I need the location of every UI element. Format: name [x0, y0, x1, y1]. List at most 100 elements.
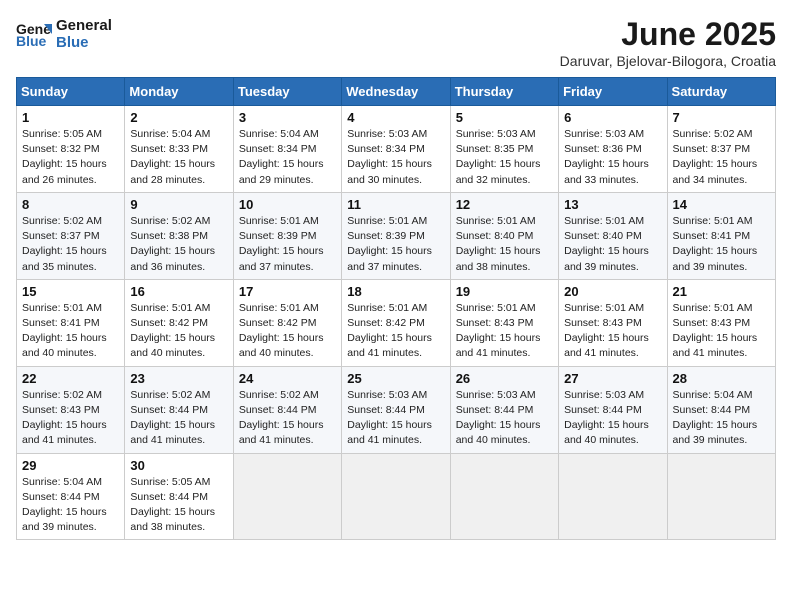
day-number: 15	[22, 284, 119, 299]
day-number: 22	[22, 371, 119, 386]
day-number: 24	[239, 371, 336, 386]
table-row: 20 Sunrise: 5:01 AM Sunset: 8:43 PM Dayli…	[559, 279, 667, 366]
day-info: Sunrise: 5:03 AM Sunset: 8:36 PM Dayligh…	[564, 127, 661, 188]
col-thursday: Thursday	[450, 78, 558, 106]
day-number: 7	[673, 110, 770, 125]
day-number: 12	[456, 197, 553, 212]
day-number: 17	[239, 284, 336, 299]
day-info: Sunrise: 5:03 AM Sunset: 8:44 PM Dayligh…	[456, 388, 553, 449]
col-saturday: Saturday	[667, 78, 775, 106]
day-number: 20	[564, 284, 661, 299]
table-row: 22 Sunrise: 5:02 AM Sunset: 8:43 PM Dayli…	[17, 366, 125, 453]
day-info: Sunrise: 5:01 AM Sunset: 8:39 PM Dayligh…	[239, 214, 336, 275]
day-info: Sunrise: 5:05 AM Sunset: 8:32 PM Dayligh…	[22, 127, 119, 188]
day-info: Sunrise: 5:02 AM Sunset: 8:37 PM Dayligh…	[22, 214, 119, 275]
table-row: 5Sunrise: 5:03 AM Sunset: 8:35 PM Daylig…	[450, 106, 558, 193]
table-row: 19 Sunrise: 5:01 AM Sunset: 8:43 PM Dayli…	[450, 279, 558, 366]
day-info: Sunrise: 5:01 AM Sunset: 8:42 PM Dayligh…	[347, 301, 444, 362]
table-row: 10 Sunrise: 5:01 AM Sunset: 8:39 PM Dayli…	[233, 192, 341, 279]
day-number: 5	[456, 110, 553, 125]
day-number: 27	[564, 371, 661, 386]
day-number: 30	[130, 458, 227, 473]
table-row	[559, 453, 667, 540]
col-wednesday: Wednesday	[342, 78, 450, 106]
table-row: 9 Sunrise: 5:02 AM Sunset: 8:38 PM Daylig…	[125, 192, 233, 279]
table-row: 14Sunrise: 5:01 AM Sunset: 8:41 PM Dayli…	[667, 192, 775, 279]
day-number: 3	[239, 110, 336, 125]
day-number: 8	[22, 197, 119, 212]
col-friday: Friday	[559, 78, 667, 106]
col-sunday: Sunday	[17, 78, 125, 106]
day-number: 21	[673, 284, 770, 299]
day-info: Sunrise: 5:01 AM Sunset: 8:40 PM Dayligh…	[564, 214, 661, 275]
table-row: 13 Sunrise: 5:01 AM Sunset: 8:40 PM Dayli…	[559, 192, 667, 279]
day-info: Sunrise: 5:03 AM Sunset: 8:34 PM Dayligh…	[347, 127, 444, 188]
table-row: 6 Sunrise: 5:03 AM Sunset: 8:36 PM Daylig…	[559, 106, 667, 193]
table-row	[450, 453, 558, 540]
logo-line2: Blue	[56, 34, 112, 51]
col-monday: Monday	[125, 78, 233, 106]
table-row: 12 Sunrise: 5:01 AM Sunset: 8:40 PM Dayli…	[450, 192, 558, 279]
day-info: Sunrise: 5:02 AM Sunset: 8:38 PM Dayligh…	[130, 214, 227, 275]
day-info: Sunrise: 5:02 AM Sunset: 8:37 PM Dayligh…	[673, 127, 770, 188]
day-info: Sunrise: 5:01 AM Sunset: 8:43 PM Dayligh…	[564, 301, 661, 362]
day-number: 13	[564, 197, 661, 212]
logo-line1: General	[56, 17, 112, 34]
day-number: 4	[347, 110, 444, 125]
table-row: 30 Sunrise: 5:05 AM Sunset: 8:44 PM Dayli…	[125, 453, 233, 540]
calendar-table: Sunday Monday Tuesday Wednesday Thursday…	[16, 77, 776, 540]
table-row	[342, 453, 450, 540]
day-info: Sunrise: 5:04 AM Sunset: 8:33 PM Dayligh…	[130, 127, 227, 188]
day-info: Sunrise: 5:05 AM Sunset: 8:44 PM Dayligh…	[130, 475, 227, 536]
location: Daruvar, Bjelovar-Bilogora, Croatia	[560, 53, 776, 69]
day-number: 19	[456, 284, 553, 299]
day-info: Sunrise: 5:03 AM Sunset: 8:44 PM Dayligh…	[564, 388, 661, 449]
calendar-header-row: Sunday Monday Tuesday Wednesday Thursday…	[17, 78, 776, 106]
table-row: 8 Sunrise: 5:02 AM Sunset: 8:37 PM Daylig…	[17, 192, 125, 279]
day-info: Sunrise: 5:01 AM Sunset: 8:42 PM Dayligh…	[130, 301, 227, 362]
day-number: 9	[130, 197, 227, 212]
day-info: Sunrise: 5:04 AM Sunset: 8:44 PM Dayligh…	[22, 475, 119, 536]
table-row: 21 Sunrise: 5:01 AM Sunset: 8:43 PM Dayli…	[667, 279, 775, 366]
day-number: 26	[456, 371, 553, 386]
svg-text:Blue: Blue	[16, 33, 47, 49]
table-row: 2 Sunrise: 5:04 AM Sunset: 8:33 PM Daylig…	[125, 106, 233, 193]
day-number: 18	[347, 284, 444, 299]
day-number: 29	[22, 458, 119, 473]
table-row: 29 Sunrise: 5:04 AM Sunset: 8:44 PM Dayli…	[17, 453, 125, 540]
table-row: 27 Sunrise: 5:03 AM Sunset: 8:44 PM Dayli…	[559, 366, 667, 453]
day-number: 6	[564, 110, 661, 125]
day-number: 2	[130, 110, 227, 125]
table-row: 7 Sunrise: 5:02 AM Sunset: 8:37 PM Daylig…	[667, 106, 775, 193]
day-info: Sunrise: 5:01 AM Sunset: 8:39 PM Dayligh…	[347, 214, 444, 275]
day-info: Sunrise: 5:02 AM Sunset: 8:43 PM Dayligh…	[22, 388, 119, 449]
page-header: General Blue General Blue June 2025 Daru…	[16, 16, 776, 69]
day-info: Sunrise: 5:01 AM Sunset: 8:41 PM Dayligh…	[673, 214, 770, 275]
col-tuesday: Tuesday	[233, 78, 341, 106]
day-number: 28	[673, 371, 770, 386]
table-row: 26 Sunrise: 5:03 AM Sunset: 8:44 PM Dayli…	[450, 366, 558, 453]
day-number: 10	[239, 197, 336, 212]
table-row: 25Sunrise: 5:03 AM Sunset: 8:44 PM Dayli…	[342, 366, 450, 453]
day-info: Sunrise: 5:04 AM Sunset: 8:44 PM Dayligh…	[673, 388, 770, 449]
month-title: June 2025	[560, 16, 776, 53]
day-number: 1	[22, 110, 119, 125]
day-info: Sunrise: 5:02 AM Sunset: 8:44 PM Dayligh…	[239, 388, 336, 449]
day-info: Sunrise: 5:04 AM Sunset: 8:34 PM Dayligh…	[239, 127, 336, 188]
title-block: June 2025 Daruvar, Bjelovar-Bilogora, Cr…	[560, 16, 776, 69]
day-info: Sunrise: 5:01 AM Sunset: 8:43 PM Dayligh…	[456, 301, 553, 362]
day-info: Sunrise: 5:01 AM Sunset: 8:41 PM Dayligh…	[22, 301, 119, 362]
day-info: Sunrise: 5:01 AM Sunset: 8:40 PM Dayligh…	[456, 214, 553, 275]
table-row: 18 Sunrise: 5:01 AM Sunset: 8:42 PM Dayli…	[342, 279, 450, 366]
day-info: Sunrise: 5:01 AM Sunset: 8:43 PM Dayligh…	[673, 301, 770, 362]
day-info: Sunrise: 5:03 AM Sunset: 8:44 PM Dayligh…	[347, 388, 444, 449]
table-row: 23Sunrise: 5:02 AM Sunset: 8:44 PM Dayli…	[125, 366, 233, 453]
table-row: 24 Sunrise: 5:02 AM Sunset: 8:44 PM Dayli…	[233, 366, 341, 453]
table-row: 4 Sunrise: 5:03 AM Sunset: 8:34 PM Daylig…	[342, 106, 450, 193]
table-row: 1 Sunrise: 5:05 AM Sunset: 8:32 PM Daylig…	[17, 106, 125, 193]
table-row: 11 Sunrise: 5:01 AM Sunset: 8:39 PM Dayli…	[342, 192, 450, 279]
day-number: 16	[130, 284, 227, 299]
day-number: 23	[130, 371, 227, 386]
day-number: 11	[347, 197, 444, 212]
table-row: 28 Sunrise: 5:04 AM Sunset: 8:44 PM Dayli…	[667, 366, 775, 453]
